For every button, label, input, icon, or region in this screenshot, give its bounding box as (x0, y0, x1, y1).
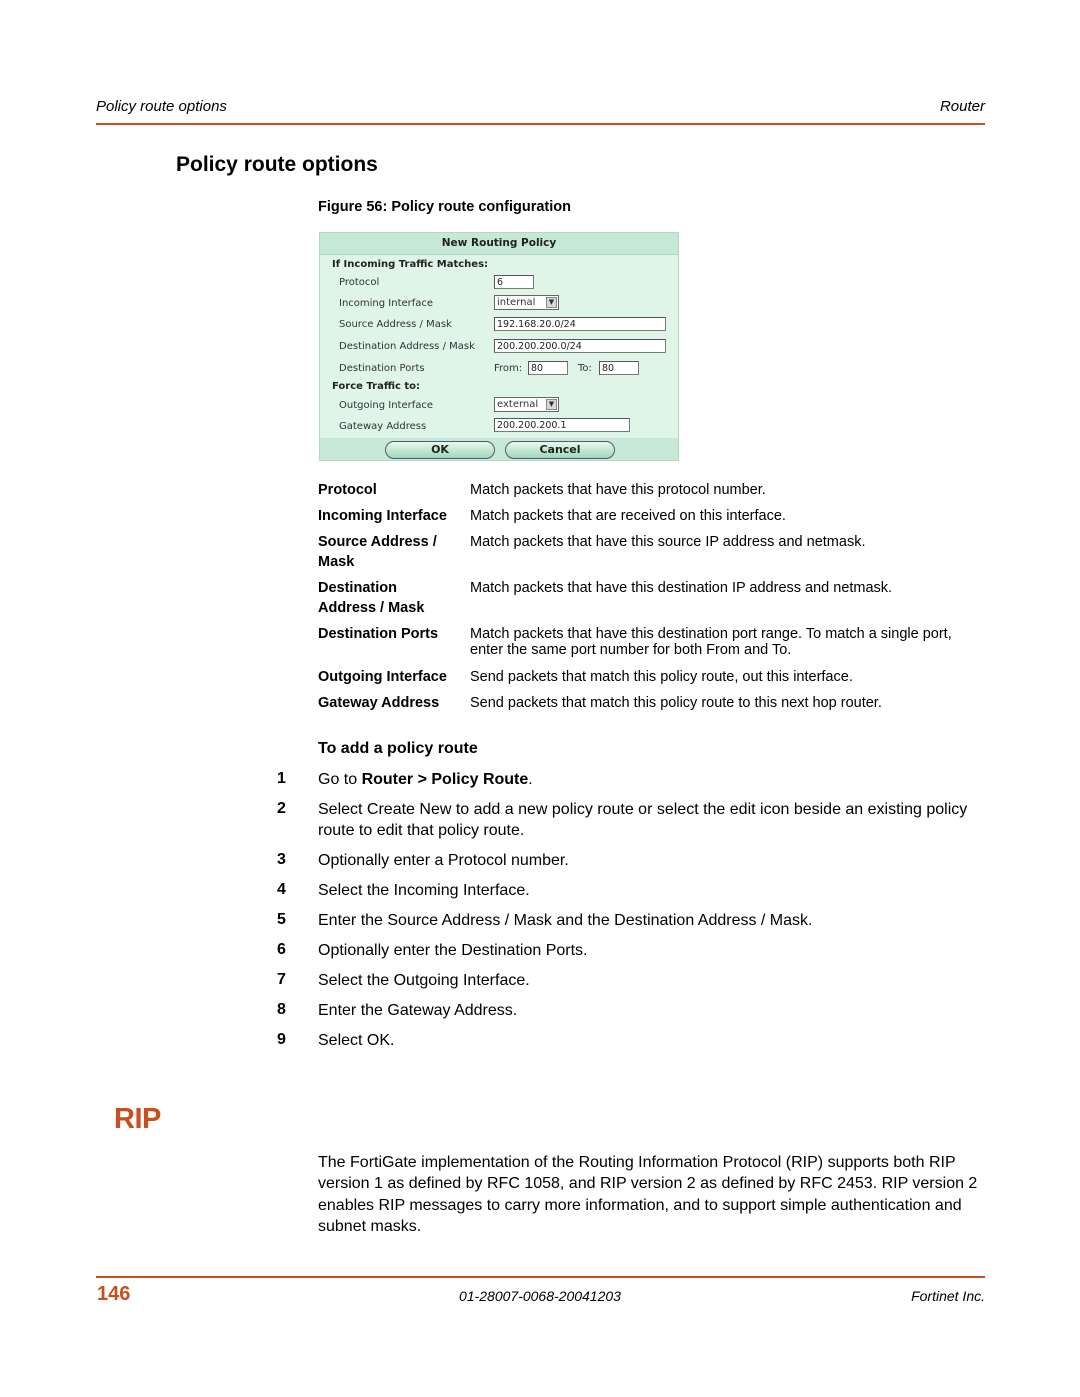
gateway-address-input[interactable]: 200.200.200.1 (494, 418, 630, 432)
header-rule (96, 123, 985, 125)
definition-term: Outgoing Interface (318, 669, 447, 685)
step-number: 3 (277, 851, 286, 868)
section-force-label: Force Traffic to: (332, 381, 421, 392)
source-address-input[interactable]: 192.168.20.0/24 (494, 317, 666, 331)
chevron-down-icon[interactable]: ▼ (546, 399, 557, 410)
definition-term: Source Address / Mask (318, 534, 437, 570)
incoming-interface-value: internal (497, 297, 536, 308)
step-text: Go to Router > Policy Route. (318, 769, 988, 790)
outgoing-interface-select[interactable]: external ▼ (494, 397, 559, 412)
rip-heading: RIP (114, 1103, 161, 1135)
from-label: From: (494, 363, 523, 374)
cancel-button[interactable]: Cancel (505, 441, 615, 459)
incoming-interface-select[interactable]: internal ▼ (494, 295, 559, 310)
step-text: Select OK. (318, 1032, 395, 1049)
step-number: 1 (277, 770, 286, 787)
source-address-label: Source Address / Mask (339, 319, 452, 330)
definition-desc: Match packets that are received on this … (470, 508, 786, 524)
step-number: 8 (277, 1001, 286, 1018)
definition-desc: Match packets that have this protocol nu… (470, 482, 766, 498)
step-text: Select the Outgoing Interface. (318, 972, 530, 989)
button-bar: OK Cancel (320, 438, 678, 460)
definition-desc: Match packets that have this destination… (470, 626, 952, 658)
step1-suffix: . (528, 771, 533, 788)
new-routing-policy-dialog: New Routing Policy If Incoming Traffic M… (319, 232, 679, 461)
definition-term: Protocol (318, 482, 377, 498)
step-number: 6 (277, 941, 286, 958)
ok-button[interactable]: OK (385, 441, 495, 459)
step-text: Enter the Source Address / Mask and the … (318, 912, 813, 929)
procedure-title: To add a policy route (318, 740, 478, 757)
step-text: Optionally enter a Protocol number. (318, 852, 569, 869)
protocol-label: Protocol (339, 277, 380, 288)
outgoing-interface-value: external (497, 399, 539, 410)
company-name: Fortinet Inc. (911, 1288, 985, 1304)
outgoing-interface-label: Outgoing Interface (339, 400, 434, 411)
step-text: Enter the Gateway Address. (318, 1002, 518, 1019)
step-number: 2 (277, 800, 286, 817)
step1-prefix: Go to (318, 771, 362, 788)
step-text: Optionally enter the Destination Ports. (318, 942, 588, 959)
running-header-chapter: Router (939, 98, 985, 115)
step-number: 5 (277, 911, 286, 928)
step-number: 4 (277, 881, 286, 898)
figure-caption: Figure 56: Policy route configuration (318, 199, 571, 215)
definition-term: Gateway Address (318, 695, 440, 711)
port-to-input[interactable]: 80 (599, 361, 639, 375)
definition-desc: Match packets that have this source IP a… (470, 534, 866, 550)
chevron-down-icon[interactable]: ▼ (546, 297, 557, 308)
protocol-input[interactable]: 6 (494, 275, 534, 289)
section-match-label: If Incoming Traffic Matches: (332, 259, 489, 270)
step-number: 7 (277, 971, 286, 988)
definition-desc: Match packets that have this destination… (470, 580, 893, 596)
destination-address-label: Destination Address / Mask (339, 341, 475, 352)
destination-ports-label: Destination Ports (339, 363, 425, 374)
definition-desc: Send packets that match this policy rout… (470, 695, 882, 711)
definition-term: Destination Address / Mask (318, 580, 425, 616)
gateway-address-label: Gateway Address (339, 421, 427, 432)
menu-path: Router > Policy Route (361, 771, 529, 788)
definition-term: Destination Ports (318, 626, 439, 642)
running-header-section: Policy route options (96, 98, 227, 115)
step-text: Select Create New to add a new policy ro… (318, 801, 968, 839)
port-from-input[interactable]: 80 (528, 361, 568, 375)
step-text: Select the Incoming Interface. (318, 882, 530, 899)
definition-term: Incoming Interface (318, 508, 447, 524)
rip-paragraph: The FortiGate implementation of the Rout… (318, 1154, 978, 1235)
dialog-title: New Routing Policy (320, 233, 678, 255)
section-heading: Policy route options (176, 153, 378, 176)
to-label: To: (578, 363, 592, 374)
definition-desc: Send packets that match this policy rout… (470, 669, 853, 685)
step-number: 9 (277, 1031, 286, 1048)
destination-address-input[interactable]: 200.200.200.0/24 (494, 339, 666, 353)
incoming-interface-label: Incoming Interface (339, 298, 434, 309)
footer-rule (96, 1276, 985, 1278)
